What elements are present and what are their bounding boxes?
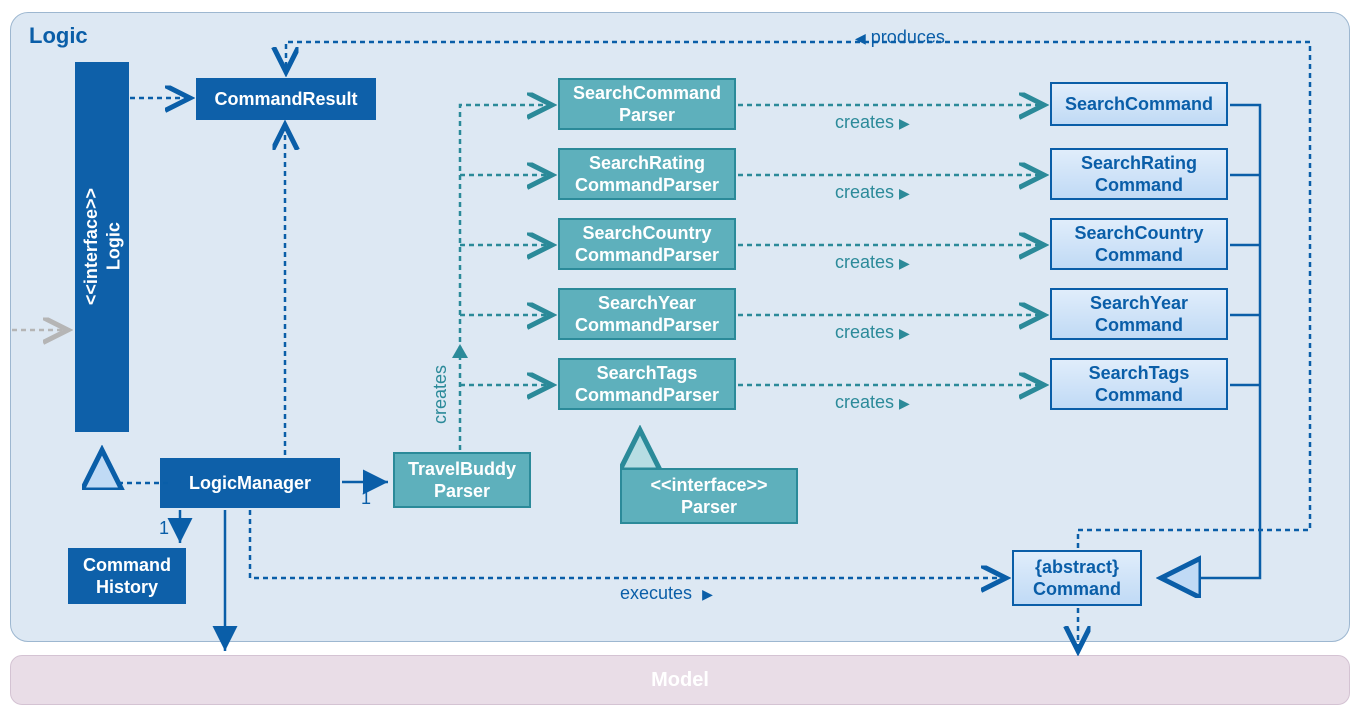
parser-search-tags: SearchTags CommandParser — [558, 358, 736, 410]
creates-vertical-label: creates — [430, 365, 451, 424]
creates-label-3: creates ▶ — [835, 322, 910, 343]
abstract-command-box: {abstract}Command — [1012, 550, 1142, 606]
creates-label-0: creates ▶ — [835, 112, 910, 133]
parser-interface-box: <<interface>>Parser — [620, 468, 798, 524]
cmd-search-country: SearchCountry Command — [1050, 218, 1228, 270]
command-result-box: CommandResult — [196, 78, 376, 120]
command-history-box: Command History — [68, 548, 186, 604]
logic-manager-box: LogicManager — [160, 458, 340, 508]
cmd-search-year: SearchYear Command — [1050, 288, 1228, 340]
parser-search-rating: SearchRating CommandParser — [558, 148, 736, 200]
cmd-search-command: SearchCommand — [1050, 82, 1228, 126]
produces-label: ◀ produces — [855, 27, 945, 48]
mult-1-parser: 1 — [361, 488, 371, 509]
creates-label-2: creates ▶ — [835, 252, 910, 273]
parser-search-country: SearchCountry CommandParser — [558, 218, 736, 270]
logic-interface-text: <<interface>>Logic — [80, 188, 125, 305]
model-box: Model — [10, 655, 1350, 705]
container-title: Logic — [29, 23, 88, 49]
parser-search-command: SearchCommand Parser — [558, 78, 736, 130]
logic-interface-box: <<interface>>Logic — [75, 62, 129, 432]
creates-label-4: creates ▶ — [835, 392, 910, 413]
cmd-search-rating: SearchRating Command — [1050, 148, 1228, 200]
travelbuddy-parser-box: TravelBuddy Parser — [393, 452, 531, 508]
parser-search-year: SearchYear CommandParser — [558, 288, 736, 340]
mult-1-history: 1 — [159, 518, 169, 539]
executes-label: executes ▶ — [620, 583, 713, 604]
creates-label-1: creates ▶ — [835, 182, 910, 203]
cmd-search-tags: SearchTags Command — [1050, 358, 1228, 410]
